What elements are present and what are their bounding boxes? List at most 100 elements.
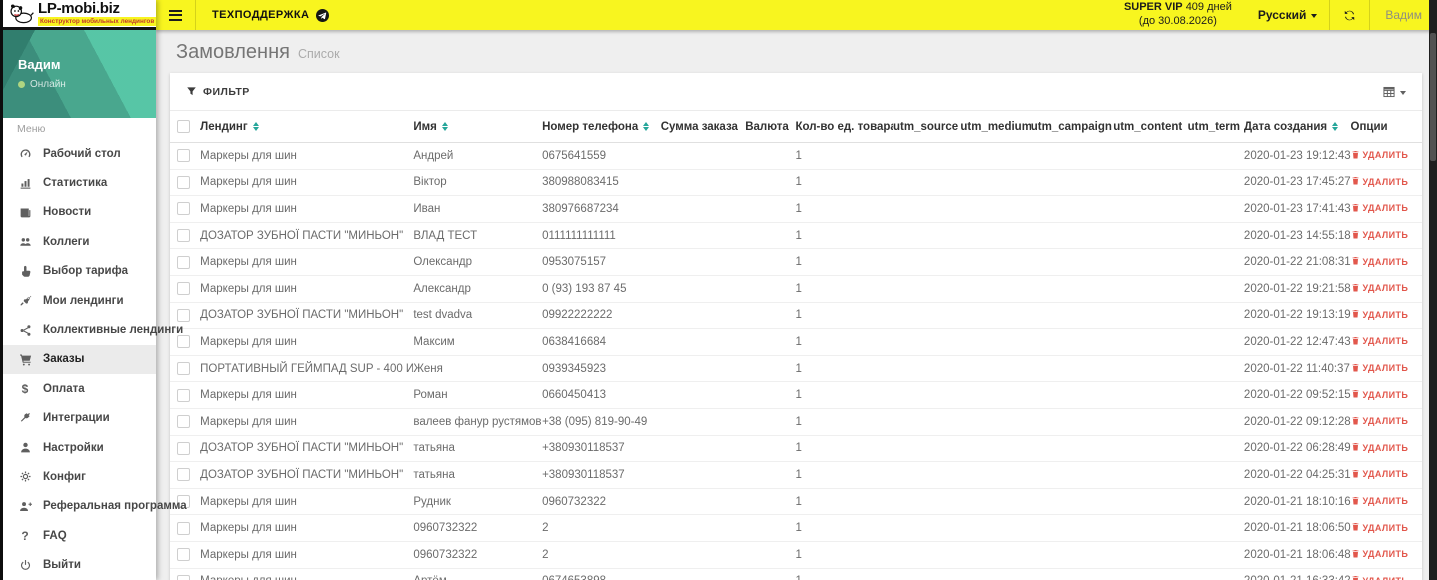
delete-button[interactable]: УДАЛИТЬ	[1351, 363, 1409, 374]
delete-button[interactable]: УДАЛИТЬ	[1351, 150, 1409, 161]
cell-utm_content	[1113, 381, 1188, 409]
sidebar-item-payment[interactable]: $ Оплата	[3, 374, 156, 403]
language-selector[interactable]: Русский	[1246, 0, 1330, 30]
cell-created: 2020-01-21 18:06:48	[1243, 541, 1351, 569]
sidebar-item-dashboard[interactable]: Рабочий стол	[3, 139, 156, 168]
cell-utm_content	[1113, 142, 1188, 170]
cell-landing: Маркеры для шин	[200, 169, 414, 197]
chevron-down-icon	[1311, 14, 1318, 18]
delete-button[interactable]: УДАЛИТЬ	[1351, 230, 1409, 241]
delete-button[interactable]: УДАЛИТЬ	[1351, 389, 1409, 400]
scrollbar-thumb[interactable]	[1430, 33, 1436, 161]
select-all-checkbox[interactable]	[177, 120, 190, 133]
cell-name: Артём	[413, 568, 543, 580]
select-all-cell	[170, 111, 201, 143]
delete-button[interactable]: УДАЛИТЬ	[1351, 469, 1409, 480]
columns-toggle-button[interactable]	[1382, 85, 1406, 99]
hamburger-menu-button[interactable]	[156, 0, 195, 30]
cell-qty: 1	[795, 568, 893, 580]
cell-phone: +380930118537	[542, 435, 661, 463]
column-header-phone[interactable]: Номер телефона	[542, 111, 661, 143]
orders-table-body: Маркеры для шин Андрей 0675641559 1 2020-01-…	[170, 142, 1422, 580]
support-button[interactable]: ТЕХПОДДЕРЖКА	[195, 0, 345, 30]
colleagues-icon	[17, 235, 33, 248]
cell-name: Иван	[413, 195, 543, 223]
column-header-name[interactable]: Имя	[413, 111, 543, 143]
row-checkbox[interactable]	[177, 441, 190, 455]
vertical-scrollbar[interactable]	[1429, 0, 1437, 580]
cell-order_sum	[660, 195, 746, 223]
sidebar-item-collective[interactable]: Коллективные лендинги	[3, 315, 183, 344]
delete-button[interactable]: УДАЛИТЬ	[1351, 336, 1409, 347]
brand-logo[interactable]: LP-mobi.biz Конструктор мобильных лендин…	[3, 0, 157, 30]
row-checkbox[interactable]	[177, 229, 190, 243]
cell-phone: 0111111111111	[542, 222, 661, 250]
sidebar-item-orders[interactable]: Заказы	[3, 344, 156, 375]
cell-qty: 1	[795, 488, 893, 516]
sort-icon	[1332, 121, 1339, 132]
row-checkbox[interactable]	[177, 335, 190, 349]
row-checkbox[interactable]	[177, 362, 190, 376]
cell-phone: 0960732322	[542, 488, 661, 516]
sidebar-item-colleagues[interactable]: Коллеги	[3, 227, 156, 256]
row-checkbox[interactable]	[177, 521, 190, 535]
row-checkbox[interactable]	[177, 548, 190, 562]
table-row: Маркеры для шинАртём0674653898 1 2020-01-2…	[170, 568, 1422, 580]
delete-button[interactable]: УДАЛИТЬ	[1351, 442, 1409, 453]
delete-button[interactable]: УДАЛИТЬ	[1351, 203, 1409, 214]
delete-button[interactable]: УДАЛИТЬ	[1351, 176, 1409, 187]
cell-options: УДАЛИТЬ	[1350, 248, 1422, 276]
row-checkbox[interactable]	[177, 415, 190, 429]
table-row: Маркеры для шин валеев фанур рустямович +3…	[170, 408, 1422, 436]
delete-button[interactable]: УДАЛИТЬ	[1351, 309, 1409, 320]
cell-qty: 1	[795, 461, 893, 489]
column-header-created[interactable]: Дата создания	[1243, 111, 1351, 143]
row-checkbox[interactable]	[177, 202, 190, 216]
delete-button[interactable]: УДАЛИТЬ	[1351, 416, 1409, 427]
row-checkbox[interactable]	[177, 149, 190, 163]
sidebar-item-stats[interactable]: Статистика	[3, 168, 156, 197]
column-header-currency: Валюта	[745, 111, 796, 143]
cell-options: УДАЛИТЬ	[1350, 302, 1422, 330]
row-checkbox[interactable]	[177, 255, 190, 269]
cell-landing: Маркеры для шин	[200, 328, 414, 356]
topbar-username[interactable]: Вадим	[1369, 0, 1437, 30]
refresh-button[interactable]	[1329, 0, 1369, 30]
cell-options: УДАЛИТЬ	[1350, 142, 1422, 170]
cell-utm_campaign	[1030, 142, 1114, 170]
table-row: ДОЗАТОР ЗУБНОЇ ПАСТИ "МИНЬОН" ВЛАД ТЕСТ 01…	[170, 222, 1422, 250]
row-checkbox[interactable]	[177, 468, 190, 482]
cell-phone: 0 (93) 193 87 45	[542, 275, 661, 303]
delete-button[interactable]: УДАЛИТЬ	[1351, 256, 1409, 267]
sidebar-item-logout[interactable]: Выйти	[3, 550, 156, 579]
sidebar-item-faq[interactable]: ? FAQ	[3, 521, 156, 550]
cell-qty: 1	[795, 248, 893, 276]
row-checkbox[interactable]	[177, 175, 190, 189]
trash-icon	[1351, 150, 1360, 161]
cell-phone: 380976687234	[542, 195, 661, 223]
sidebar-item-settings[interactable]: Настройки	[3, 433, 156, 462]
delete-button[interactable]: УДАЛИТЬ	[1351, 522, 1409, 533]
sidebar-item-config[interactable]: Конфиг	[3, 462, 156, 491]
cell-utm_medium	[960, 541, 1031, 569]
delete-button[interactable]: УДАЛИТЬ	[1351, 283, 1409, 294]
sidebar-item-integrations[interactable]: Интеграции	[3, 404, 156, 433]
column-header-landing[interactable]: Лендинг	[200, 111, 414, 143]
filter-button[interactable]: ФИЛЬТР	[186, 86, 250, 98]
cell-created: 2020-01-22 19:13:19	[1243, 302, 1351, 330]
cell-utm_content	[1113, 328, 1188, 356]
cell-currency	[745, 381, 796, 409]
delete-button[interactable]: УДАЛИТЬ	[1351, 549, 1409, 560]
sidebar-item-tariff[interactable]: Выбор тарифа	[3, 257, 156, 286]
delete-button[interactable]: УДАЛИТЬ	[1351, 496, 1409, 507]
brand-title: LP-mobi.biz	[38, 0, 120, 17]
delete-button[interactable]: УДАЛИТЬ	[1351, 575, 1409, 580]
row-checkbox[interactable]	[177, 574, 190, 580]
sidebar-item-my-landings[interactable]: Мои лендинги	[3, 286, 156, 315]
row-checkbox[interactable]	[177, 282, 190, 296]
sidebar-username: Вадим	[18, 57, 61, 72]
sidebar-item-news[interactable]: Новости	[3, 198, 156, 227]
row-checkbox[interactable]	[177, 388, 190, 402]
row-checkbox[interactable]	[177, 308, 190, 322]
sidebar-item-referral[interactable]: Реферальная программа	[3, 492, 187, 521]
